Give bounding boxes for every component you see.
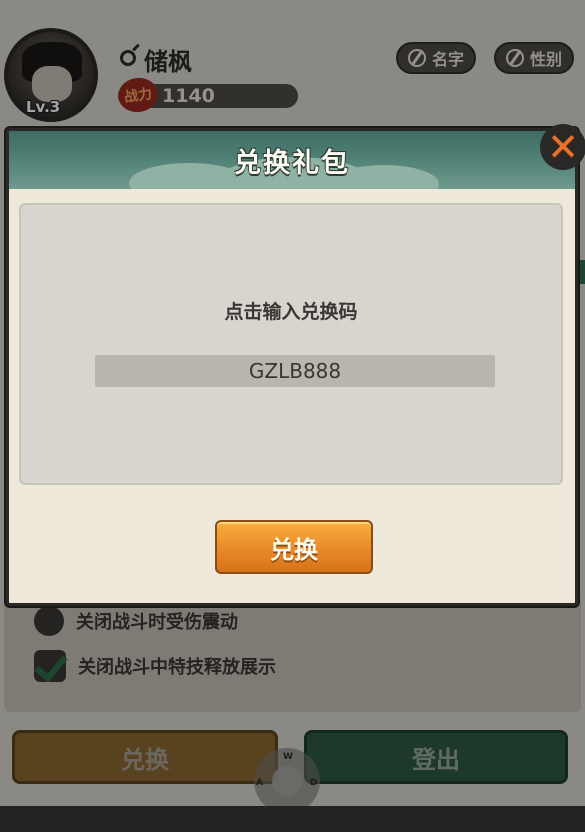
code-input-panel: 点击输入兑换码 GZLB888 [19, 203, 563, 485]
close-icon: ✕ [547, 125, 579, 169]
input-prompt: 点击输入兑换码 [224, 301, 358, 323]
modal-title: 兑换礼包 [234, 147, 350, 179]
modal-header: 兑换礼包 [9, 131, 575, 189]
redeem-gift-modal: 兑换礼包 点击输入兑换码 GZLB888 兑换 [6, 128, 578, 606]
redeem-confirm-button[interactable]: 兑换 [215, 520, 373, 574]
close-button[interactable]: ✕ [540, 124, 585, 170]
redeem-code-input[interactable]: GZLB888 [95, 355, 495, 387]
